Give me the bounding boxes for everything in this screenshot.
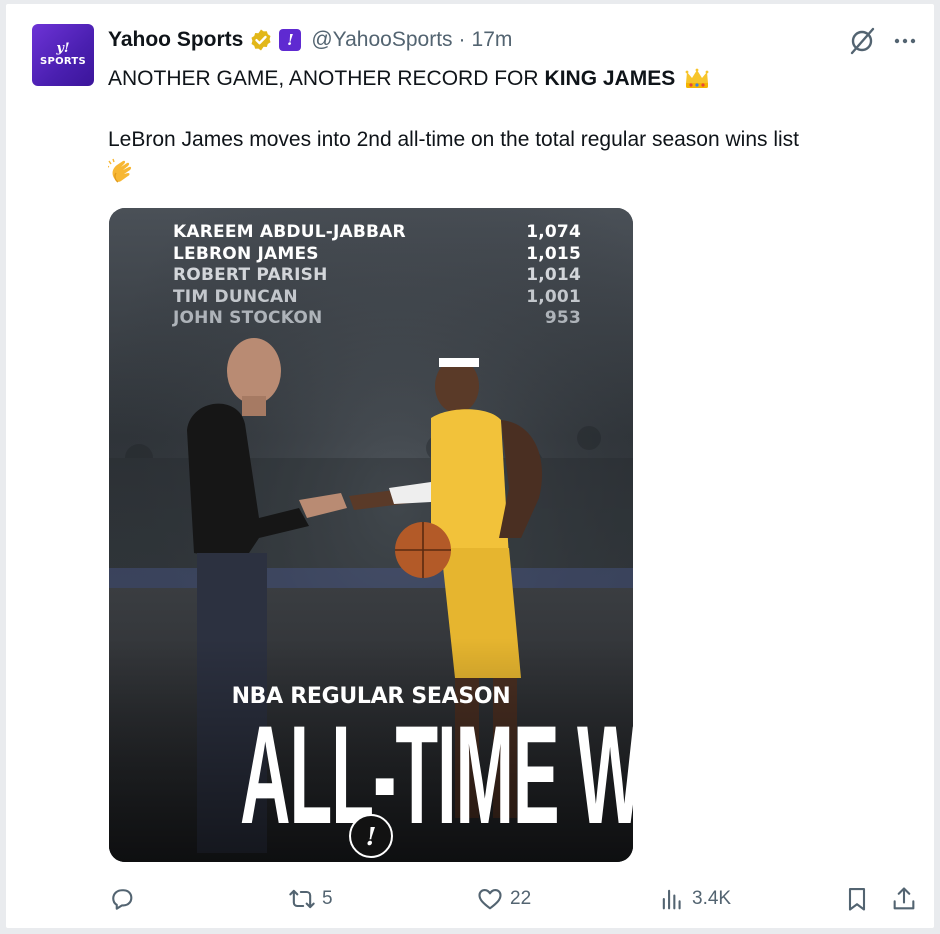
views-icon <box>662 889 681 910</box>
post-text-line1: ANOTHER GAME, ANOTHER RECORD FOR KING JA… <box>108 64 711 94</box>
author-handle[interactable]: @YahooSports <box>311 28 452 52</box>
retweet-icon <box>289 889 315 909</box>
player-name: Kareem Abdul-Jabbar <box>173 222 406 242</box>
bookmark-icon <box>848 888 866 911</box>
player-wins: 1,001 <box>526 286 581 307</box>
separator-dot: · <box>458 28 466 51</box>
post-time[interactable]: 17m <box>472 28 513 52</box>
ranking-row: Kareem Abdul-Jabbar 1,074 <box>173 222 581 244</box>
retweet-count: 5 <box>322 888 333 909</box>
bookmark-button[interactable] <box>843 882 871 916</box>
player-name: John Stockon <box>173 308 323 328</box>
reply-icon <box>112 889 133 910</box>
player-wins: 953 <box>544 308 581 328</box>
player-name: Robert Parish <box>173 265 328 285</box>
heart-icon <box>478 888 502 910</box>
ranking-row: John Stockon 953 <box>173 308 581 330</box>
action-bar: 5 22 3.4K <box>108 882 920 916</box>
avatar-logo-text: y! <box>56 41 70 56</box>
retweet-button[interactable]: 5 <box>288 882 333 916</box>
views-button[interactable]: 3.4K <box>658 882 731 916</box>
post-text-normal: ANOTHER GAME, ANOTHER RECORD FOR <box>108 67 539 90</box>
avatar-sports-text: SPORTS <box>39 56 87 67</box>
player-wins: 1,014 <box>526 265 581 285</box>
views-count: 3.4K <box>692 888 732 909</box>
affiliate-badge[interactable]: ! <box>279 29 302 51</box>
media-badge-icon: ! <box>349 814 393 858</box>
player-name: Tim Duncan <box>173 286 298 307</box>
share-button[interactable] <box>890 882 918 916</box>
ranking-row: LeBron James 1,015 <box>173 244 581 266</box>
reply-button[interactable] <box>108 882 142 916</box>
post-text-bold: KING JAMES <box>544 67 676 90</box>
grok-icon[interactable] <box>846 26 878 56</box>
post-image[interactable]: Kareem Abdul-Jabbar 1,074 LeBron James 1… <box>109 208 633 862</box>
player-wins: 1,074 <box>526 222 581 242</box>
post-header: Yahoo Sports ! @YahooSports · 17m <box>108 26 512 54</box>
crown-emoji <box>685 68 709 88</box>
like-button[interactable]: 22 <box>476 882 531 916</box>
author-name[interactable]: Yahoo Sports <box>108 28 243 52</box>
player-name: LeBron James <box>173 243 319 264</box>
player-wins: 1,015 <box>526 243 581 264</box>
avatar[interactable]: y! SPORTS <box>32 24 94 86</box>
post-text-line2: LeBron James moves into 2nd all-time on … <box>108 128 800 151</box>
ranking-row: Tim Duncan 1,001 <box>173 287 581 309</box>
ranking-row: Robert Parish 1,014 <box>173 265 581 287</box>
verified-badge-icon[interactable] <box>249 28 273 52</box>
more-icon[interactable] <box>890 26 920 56</box>
rankings-list: Kareem Abdul-Jabbar 1,074 LeBron James 1… <box>173 222 581 330</box>
clapping-hands-emoji <box>108 158 132 183</box>
share-icon <box>893 887 915 910</box>
like-count: 22 <box>510 888 532 909</box>
